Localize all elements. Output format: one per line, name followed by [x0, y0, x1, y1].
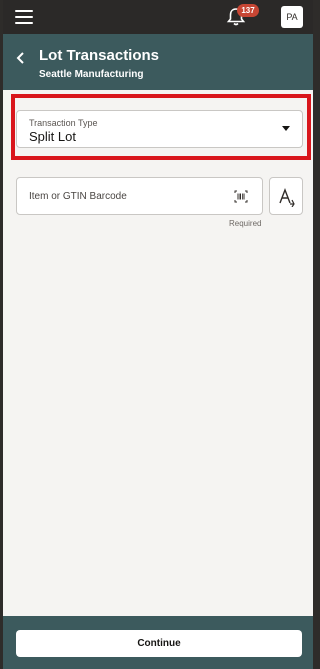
top-app-bar: 137 PA — [3, 0, 313, 34]
page-title: Lot Transactions — [39, 47, 160, 64]
text-mode-button[interactable] — [269, 177, 303, 215]
barcode-scan-icon[interactable] — [234, 190, 248, 203]
continue-button[interactable]: Continue — [16, 630, 302, 657]
page-header: Lot Transactions Seattle Manufacturing — [3, 34, 313, 90]
notification-count-badge: 137 — [237, 4, 259, 17]
item-field-container — [16, 177, 263, 215]
item-barcode-input[interactable] — [18, 179, 228, 213]
required-helper-text: Required — [229, 219, 262, 228]
transaction-type-label: Transaction Type — [29, 118, 98, 128]
transaction-type-value: Split Lot — [29, 129, 76, 144]
hamburger-menu-icon[interactable] — [15, 10, 33, 24]
footer-bar: Continue — [3, 616, 313, 669]
chevron-left-icon[interactable] — [13, 50, 29, 66]
transaction-type-select[interactable]: Transaction Type Split Lot — [16, 110, 303, 148]
page-subtitle: Seattle Manufacturing — [39, 69, 144, 80]
avatar[interactable]: PA — [281, 6, 303, 28]
caret-down-icon — [282, 126, 290, 131]
app-frame: 137 PA Lot Transactions Seattle Manufact… — [3, 0, 313, 669]
text-cursor-icon — [279, 188, 295, 207]
